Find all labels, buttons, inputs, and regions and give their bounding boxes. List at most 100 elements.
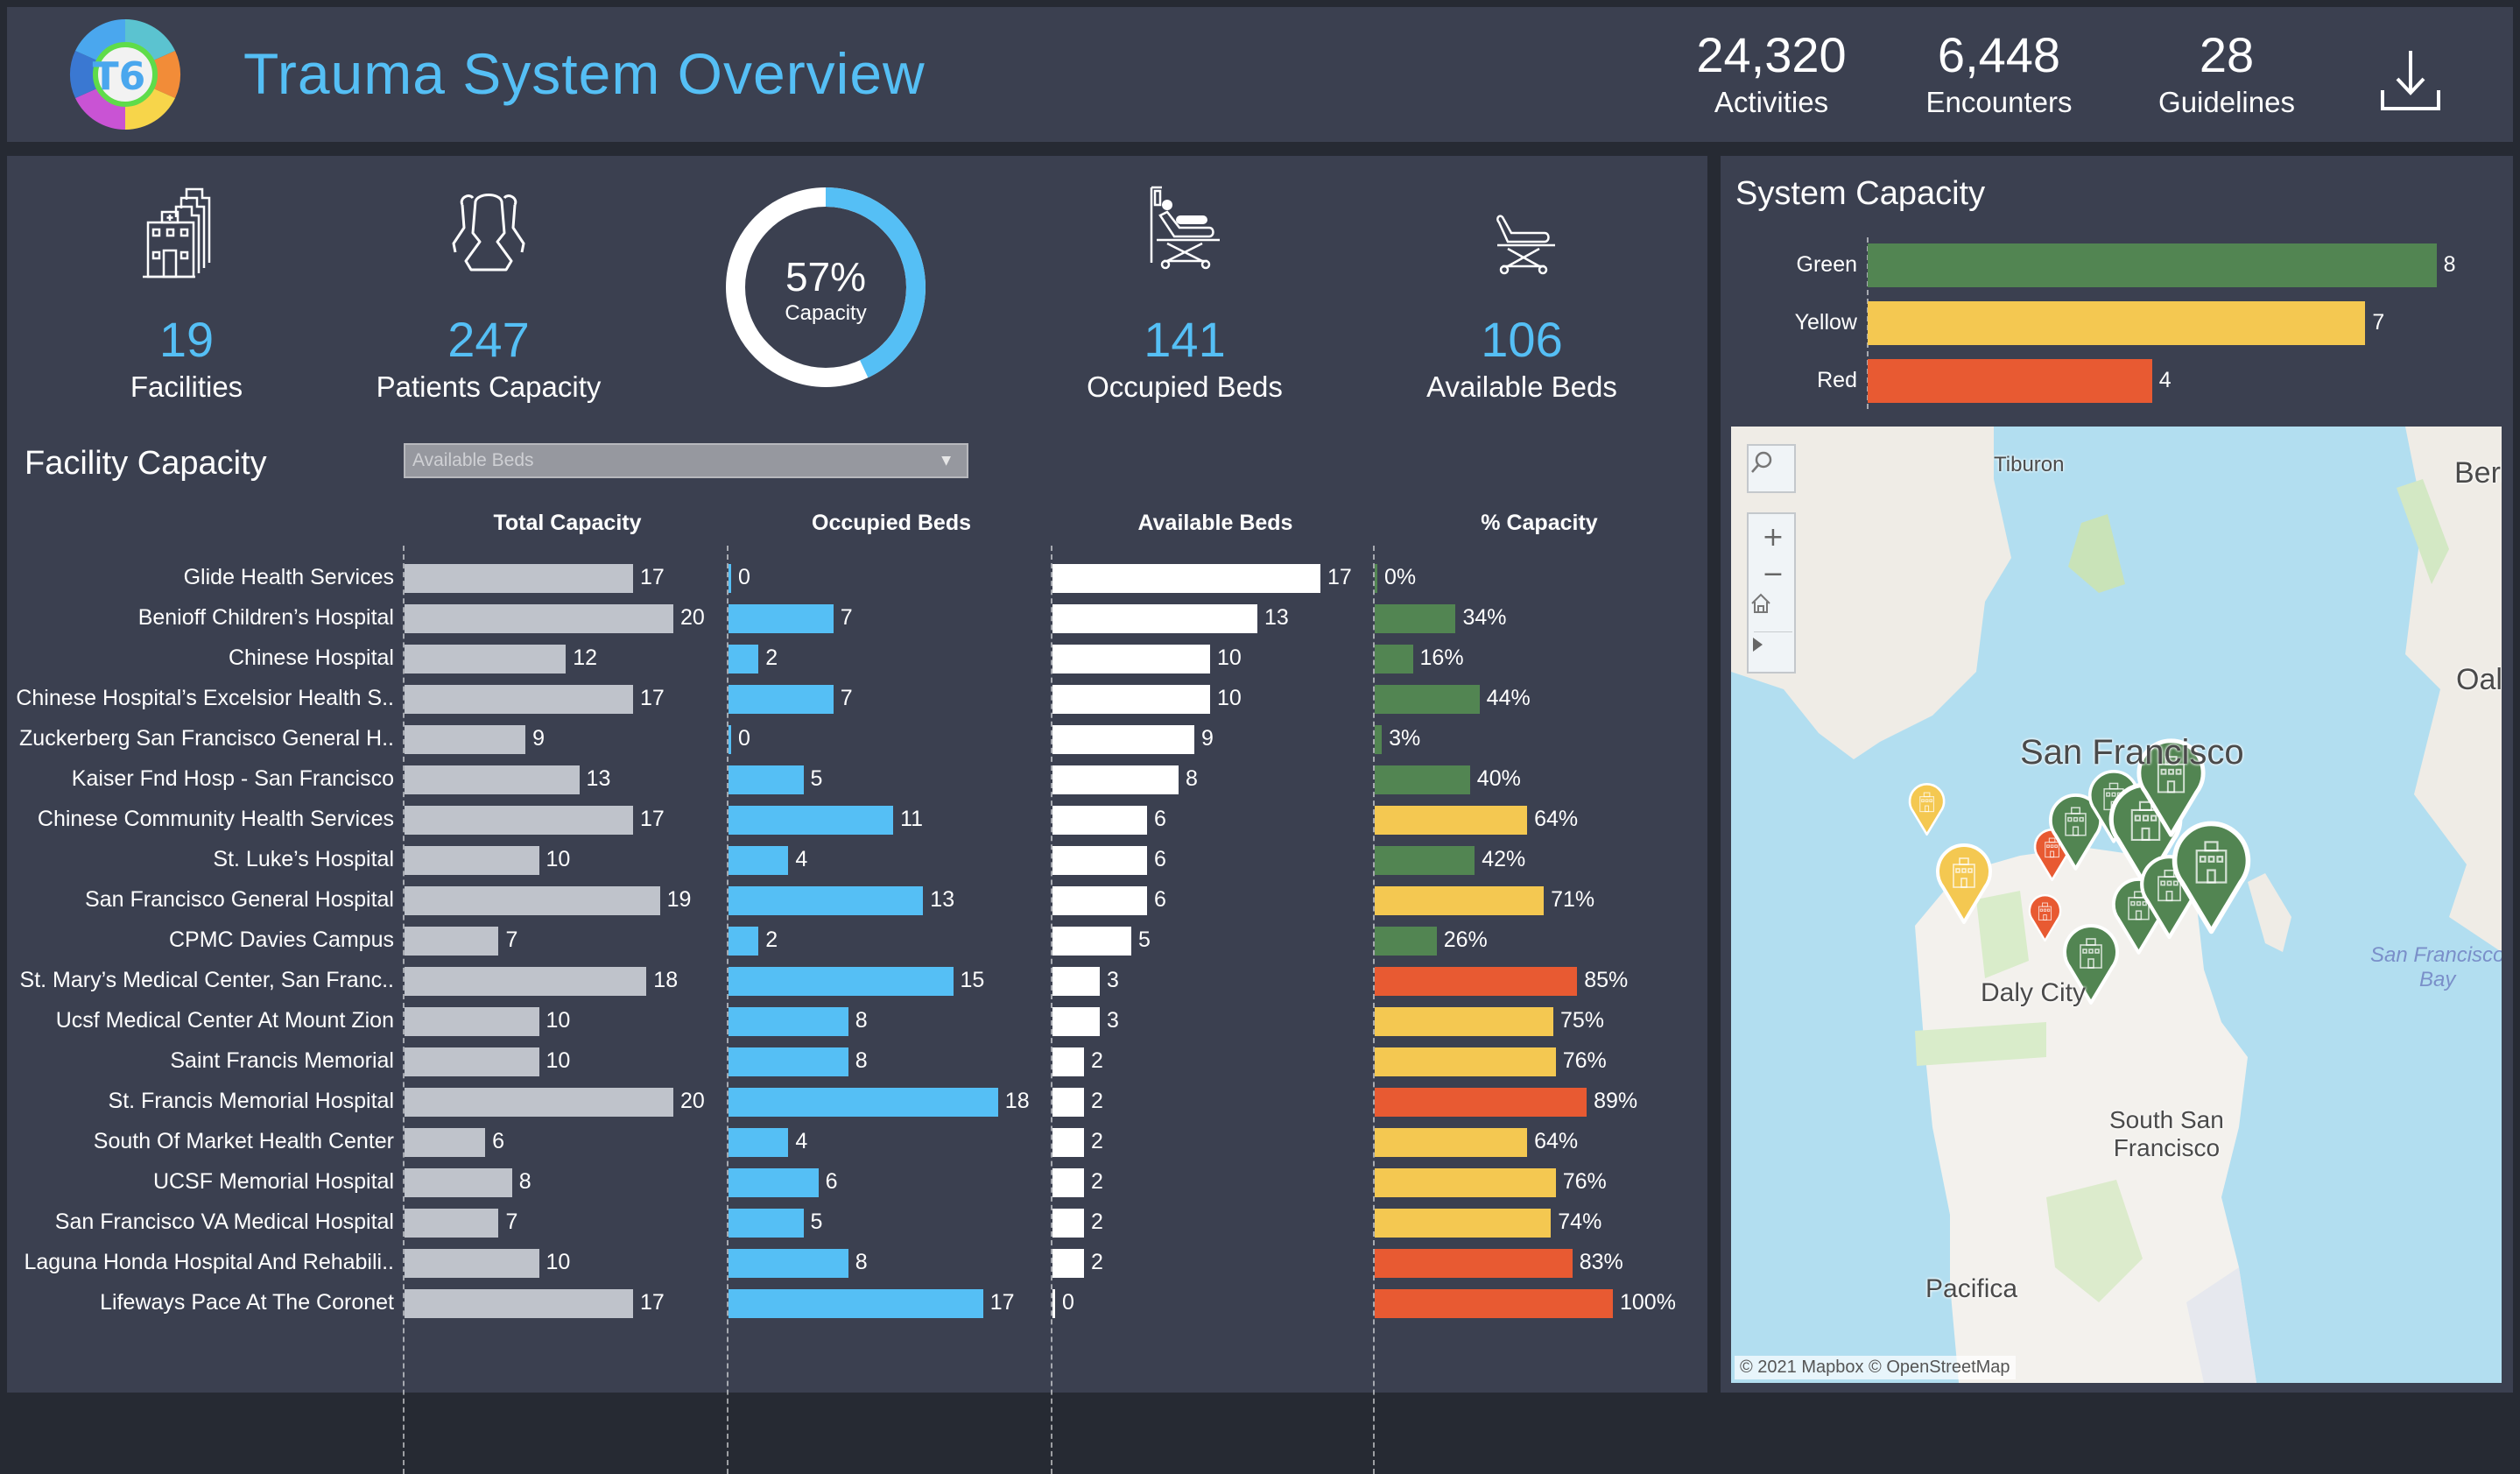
pct-bar[interactable] [1375, 967, 1578, 996]
zoom-in-button[interactable]: + [1749, 518, 1798, 556]
system-capacity-bar-green[interactable] [1868, 243, 2437, 287]
system-capacity-bar-yellow[interactable] [1868, 301, 2366, 345]
occupied-bar[interactable] [729, 765, 804, 794]
total-bar[interactable] [405, 1007, 539, 1036]
total-bar[interactable] [405, 1047, 539, 1076]
total-bar[interactable] [405, 927, 499, 956]
facility-name[interactable]: San Francisco General Hospital [7, 887, 394, 913]
facility-name[interactable]: St. Francis Memorial Hospital [7, 1089, 394, 1114]
occupied-bar[interactable] [729, 685, 834, 714]
pct-bar[interactable] [1375, 564, 1377, 593]
facility-marker-red[interactable] [2027, 894, 2063, 942]
pct-bar[interactable] [1375, 1168, 1556, 1197]
pct-bar[interactable] [1375, 725, 1383, 754]
available-bar[interactable] [1052, 765, 1179, 794]
available-bar[interactable] [1052, 1168, 1084, 1197]
available-bar[interactable] [1052, 806, 1147, 835]
available-bar[interactable] [1052, 1007, 1100, 1036]
available-bar[interactable] [1052, 1249, 1084, 1278]
available-bar[interactable] [1052, 1209, 1084, 1238]
total-bar[interactable] [405, 1168, 512, 1197]
facility-name[interactable]: Glide Health Services [7, 565, 394, 590]
facility-name[interactable]: Kaiser Fnd Hosp - San Francisco [7, 766, 394, 792]
available-bar[interactable] [1052, 1088, 1084, 1117]
facility-name[interactable]: South Of Market Health Center [7, 1129, 394, 1154]
facility-name[interactable]: Laguna Honda Hospital And Rehabili.. [7, 1250, 394, 1275]
available-bar[interactable] [1052, 1047, 1084, 1076]
map-search-button[interactable] [1749, 449, 1798, 488]
pct-bar[interactable] [1375, 604, 1456, 633]
facility-marker-yellow[interactable] [1907, 783, 1946, 836]
occupied-bar[interactable] [729, 1249, 848, 1278]
download-icon[interactable] [2371, 42, 2450, 121]
pct-bar[interactable] [1375, 645, 1413, 674]
pct-bar[interactable] [1375, 886, 1545, 915]
pct-bar[interactable] [1375, 1289, 1613, 1318]
home-button[interactable] [1749, 591, 1798, 630]
facility-name[interactable]: Chinese Community Health Services [7, 807, 394, 832]
occupied-bar[interactable] [729, 1128, 789, 1157]
pct-bar[interactable] [1375, 765, 1470, 794]
available-bar[interactable] [1052, 685, 1210, 714]
facility-name[interactable]: Lifeways Pace At The Coronet [7, 1290, 394, 1315]
facility-map[interactable]: Tiburon Berl Oal San Francisco San Franc… [1731, 427, 2502, 1383]
column-header-total-capacity[interactable]: Total Capacity [436, 511, 699, 536]
available-bar[interactable] [1052, 725, 1194, 754]
facility-name[interactable]: Saint Francis Memorial [7, 1048, 394, 1074]
available-bar[interactable] [1052, 604, 1257, 633]
occupied-bar[interactable] [729, 886, 924, 915]
total-bar[interactable] [405, 1128, 486, 1157]
column-header-available-beds[interactable]: Available Beds [1084, 511, 1347, 536]
facility-name[interactable]: UCSF Memorial Hospital [7, 1169, 394, 1195]
total-bar[interactable] [405, 564, 633, 593]
facility-name[interactable]: Zuckerberg San Francisco General H.. [7, 726, 394, 751]
occupied-bar[interactable] [729, 806, 894, 835]
occupied-bar[interactable] [729, 967, 954, 996]
total-bar[interactable] [405, 604, 673, 633]
zoom-out-button[interactable]: − [1749, 554, 1798, 593]
available-bar[interactable] [1052, 1289, 1055, 1318]
occupied-bar[interactable] [729, 846, 789, 875]
available-bar[interactable] [1052, 645, 1210, 674]
occupied-bar[interactable] [729, 1168, 819, 1197]
facility-marker-green[interactable] [2170, 821, 2253, 937]
available-bar[interactable] [1052, 846, 1147, 875]
pct-bar[interactable] [1375, 1209, 1552, 1238]
pct-bar[interactable] [1375, 1249, 1573, 1278]
occupied-bar[interactable] [729, 1289, 983, 1318]
total-bar[interactable] [405, 886, 660, 915]
pct-bar[interactable] [1375, 1088, 1587, 1117]
pct-bar[interactable] [1375, 1007, 1553, 1036]
total-bar[interactable] [405, 725, 526, 754]
pct-bar[interactable] [1375, 1047, 1556, 1076]
facility-name[interactable]: CPMC Davies Campus [7, 927, 394, 953]
occupied-bar[interactable] [729, 604, 834, 633]
pct-bar[interactable] [1375, 1128, 1528, 1157]
system-capacity-bar-red[interactable] [1868, 359, 2152, 403]
expand-toolbar-button[interactable] [1749, 635, 1798, 674]
occupied-bar[interactable] [729, 725, 731, 754]
facility-name[interactable]: St. Luke’s Hospital [7, 847, 394, 872]
column-header-occupied-beds[interactable]: Occupied Beds [760, 511, 1023, 536]
facility-name[interactable]: Benioff Children’s Hospital [7, 605, 394, 631]
occupied-bar[interactable] [729, 1007, 848, 1036]
occupied-bar[interactable] [729, 1209, 804, 1238]
facility-name[interactable]: San Francisco VA Medical Hospital [7, 1210, 394, 1235]
pct-bar[interactable] [1375, 685, 1480, 714]
occupied-bar[interactable] [729, 1047, 848, 1076]
facility-name[interactable]: Chinese Hospital [7, 645, 394, 671]
total-bar[interactable] [405, 1249, 539, 1278]
total-bar[interactable] [405, 1088, 673, 1117]
facility-marker-yellow[interactable] [1934, 843, 1994, 926]
sort-by-select[interactable]: Available Beds ▼ [404, 443, 968, 478]
facility-name[interactable]: Chinese Hospital’s Excelsior Health S.. [7, 686, 394, 711]
total-bar[interactable] [405, 967, 647, 996]
total-bar[interactable] [405, 645, 567, 674]
pct-bar[interactable] [1375, 927, 1437, 956]
total-bar[interactable] [405, 685, 633, 714]
occupied-bar[interactable] [729, 1088, 998, 1117]
total-bar[interactable] [405, 1209, 499, 1238]
available-bar[interactable] [1052, 564, 1320, 593]
total-bar[interactable] [405, 765, 580, 794]
total-bar[interactable] [405, 846, 539, 875]
